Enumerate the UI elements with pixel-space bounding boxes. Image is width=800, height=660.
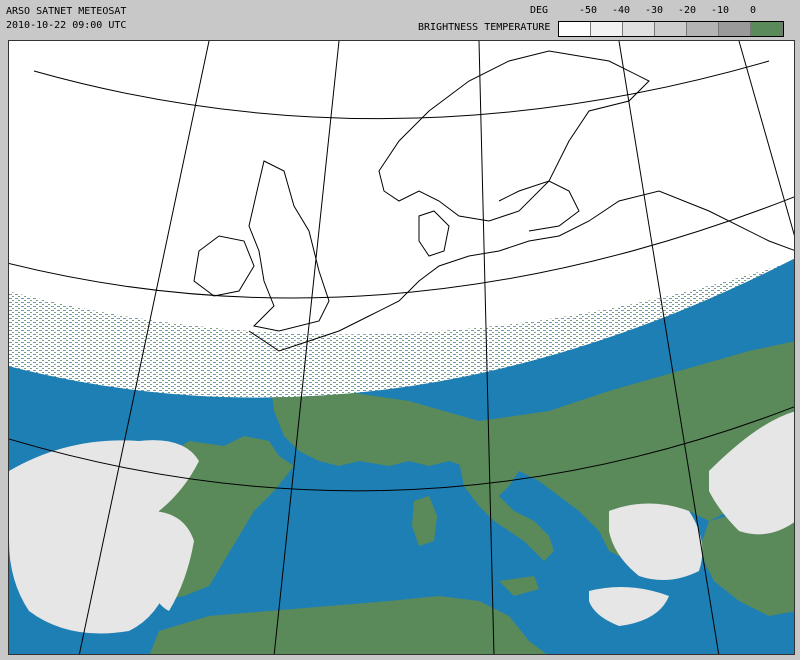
legend-swatch-5 [687,22,719,36]
legend-unit: DEG [530,5,549,16]
satellite-map [8,40,795,655]
legend-swatch-7 [751,22,783,36]
legend-tick-6: 0 [749,5,757,16]
legend-tick-2: -40 [611,5,631,16]
legend-tick-5: -10 [710,5,730,16]
legend-tick-4: -20 [677,5,697,16]
legend-tick-3: -30 [644,5,664,16]
temperature-legend: DEG -50 -40 -30 -20 -10 0 BRIGHTNESS TEM… [410,5,795,39]
legend-swatch-6 [719,22,751,36]
map-canvas [9,41,794,654]
satellite-window: ARSO SATNET METEOSAT 2010-10-22 09:00 UT… [0,0,800,660]
legend-swatch-1 [559,22,591,36]
image-header: ARSO SATNET METEOSAT 2010-10-22 09:00 UT… [6,5,126,33]
legend-color-bar [558,21,784,37]
legend-swatch-4 [655,22,687,36]
product-title: ARSO SATNET METEOSAT [6,6,127,17]
legend-title: BRIGHTNESS TEMPERATURE [418,22,551,33]
legend-tick-1: -50 [578,5,598,16]
timestamp: 2010-10-22 09:00 UTC [6,20,127,31]
legend-swatch-2 [591,22,623,36]
legend-swatch-3 [623,22,655,36]
